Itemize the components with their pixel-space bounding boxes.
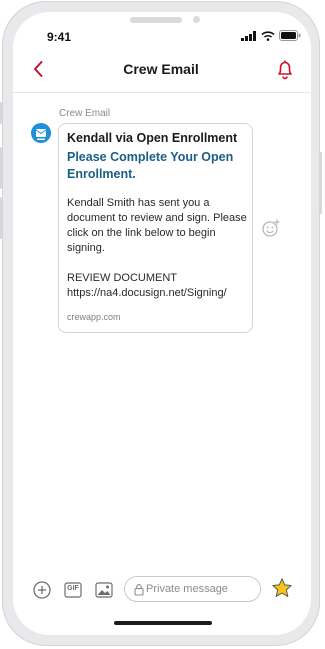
- front-camera: [193, 16, 200, 23]
- wifi-icon: [261, 30, 275, 41]
- volume-up-button: [0, 147, 2, 189]
- avatar[interactable]: [31, 123, 51, 143]
- lock-icon: [134, 584, 144, 596]
- gif-label: GIF: [67, 585, 79, 592]
- review-document-label: REVIEW DOCUMENT: [67, 272, 177, 284]
- message-subject: Please Complete Your Open Enrollment.: [67, 150, 234, 181]
- message-domain: crewapp.com: [67, 312, 121, 322]
- sender-name: Crew Email: [59, 108, 111, 119]
- nav-divider: [12, 92, 310, 93]
- message-body: Kendall Smith has sent you a document to…: [67, 197, 247, 254]
- battery-icon: [279, 30, 301, 41]
- document-link[interactable]: https://na4.docusign.net/Signing/: [67, 286, 249, 301]
- private-message-input[interactable]: [146, 581, 254, 597]
- add-circle-icon[interactable]: [32, 580, 52, 600]
- home-indicator: [114, 621, 212, 625]
- speaker-grille: [130, 17, 182, 23]
- message-card[interactable]: Kendall via Open Enrollment Please Compl…: [58, 123, 253, 333]
- message-from: Kendall via Open Enrollment: [67, 131, 238, 145]
- add-reaction-icon[interactable]: [261, 218, 281, 238]
- bell-icon[interactable]: [274, 58, 296, 80]
- star-icon[interactable]: [271, 577, 293, 599]
- volume-down-button: [0, 197, 2, 239]
- page-title: Crew Email: [123, 61, 199, 77]
- power-button: [319, 152, 322, 214]
- image-icon[interactable]: [94, 580, 114, 600]
- private-message-field[interactable]: [124, 576, 261, 602]
- email-icon: [35, 129, 47, 140]
- status-icons: [241, 30, 301, 41]
- mute-switch: [0, 102, 2, 124]
- nav-bar: Crew Email: [12, 55, 310, 85]
- status-time: 9:41: [47, 30, 72, 44]
- signal-icon: [241, 30, 256, 41]
- gif-button[interactable]: GIF: [63, 580, 83, 600]
